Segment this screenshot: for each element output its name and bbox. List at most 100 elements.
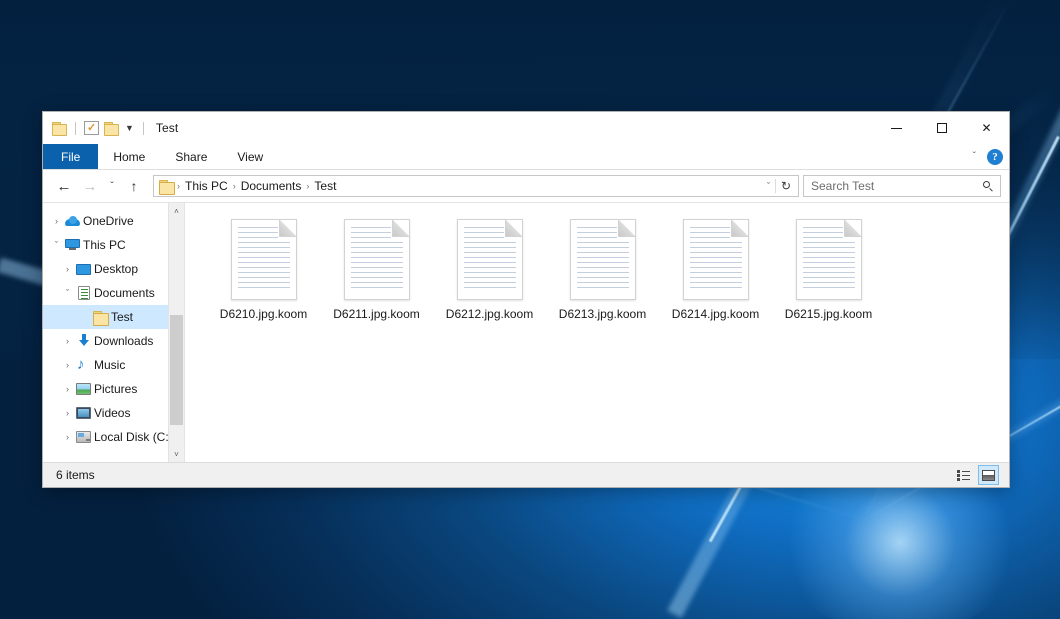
forward-button: →: [77, 173, 103, 199]
breadcrumb-documents[interactable]: Documents: [237, 176, 306, 196]
ribbon-tabs: File Home Share View ˇ ?: [43, 144, 1009, 170]
generic-file-icon: [683, 219, 749, 300]
item-count-label: 6 items: [56, 468, 95, 482]
address-bar[interactable]: › This PC › Documents › Test ˇ ↻: [153, 175, 799, 197]
chevron-right-icon[interactable]: ›: [60, 360, 75, 370]
breadcrumb-test[interactable]: Test: [310, 176, 340, 196]
sidebar-item-music[interactable]: › ♪ Music: [43, 353, 184, 377]
downloads-icon: [75, 334, 92, 348]
large-icons-view-button[interactable]: [978, 465, 999, 485]
chevron-right-icon[interactable]: ›: [60, 408, 75, 418]
file-item[interactable]: D6215.jpg.koom: [772, 216, 885, 321]
music-icon: ♪: [75, 358, 92, 372]
properties-checkbox-icon[interactable]: ✓: [84, 121, 99, 135]
file-item[interactable]: D6211.jpg.koom: [320, 216, 433, 321]
file-item[interactable]: D6210.jpg.koom: [207, 216, 320, 321]
sidebar-item-label: Music: [94, 358, 125, 372]
scroll-up-icon[interactable]: ˄: [169, 203, 184, 219]
window-controls: ✕: [874, 112, 1009, 144]
refresh-icon[interactable]: ↻: [775, 179, 796, 193]
toolbar-separator: [143, 122, 144, 135]
chevron-right-icon[interactable]: ›: [60, 432, 75, 442]
chevron-right-icon[interactable]: ›: [60, 384, 75, 394]
view-mode-buttons: [953, 463, 999, 487]
file-name: D6215.jpg.koom: [785, 307, 872, 321]
scrollbar-thumb[interactable]: [170, 315, 183, 425]
address-dropdown-icon[interactable]: ˇ: [762, 181, 775, 191]
new-folder-icon[interactable]: [104, 122, 119, 135]
sidebar-item-local-disk[interactable]: › Local Disk (C:): [43, 425, 184, 449]
generic-file-icon: [457, 219, 523, 300]
file-explorer-window: ✓ ▼ Test ✕ File Home Share View ˇ ?: [42, 111, 1010, 488]
tab-home[interactable]: Home: [98, 144, 160, 169]
videos-icon: [75, 407, 92, 419]
sidebar-item-pictures[interactable]: › Pictures: [43, 377, 184, 401]
maximize-button[interactable]: [919, 112, 964, 144]
sidebar-item-onedrive[interactable]: › OneDrive: [43, 209, 184, 233]
generic-file-icon: [231, 219, 297, 300]
folder-icon: [92, 311, 109, 324]
help-icon[interactable]: ?: [987, 149, 1003, 165]
quick-access-toolbar: ✓ ▼: [43, 121, 147, 135]
sidebar-item-label: Videos: [94, 406, 130, 420]
generic-file-icon: [796, 219, 862, 300]
pictures-icon: [75, 383, 92, 395]
file-list-pane[interactable]: D6210.jpg.koom D6211.jpg.koom D6212.jpg.…: [185, 203, 1009, 462]
ribbon-right-controls: ˇ ?: [973, 144, 1003, 169]
sidebar-item-videos[interactable]: › Videos: [43, 401, 184, 425]
status-bar: 6 items: [43, 462, 1009, 487]
chevron-right-icon[interactable]: ›: [49, 216, 64, 226]
sidebar-item-downloads[interactable]: › Downloads: [43, 329, 184, 353]
sidebar-item-desktop[interactable]: › Desktop: [43, 257, 184, 281]
tab-share[interactable]: Share: [160, 144, 222, 169]
file-name: D6214.jpg.koom: [672, 307, 759, 321]
chevron-down-icon[interactable]: ˇ: [49, 240, 64, 250]
sidebar-item-label: Downloads: [94, 334, 153, 348]
sidebar-item-label: This PC: [83, 238, 126, 252]
disk-icon: [75, 431, 92, 443]
breadcrumb-this-pc[interactable]: This PC: [181, 176, 232, 196]
documents-icon: [75, 286, 92, 300]
folder-icon[interactable]: [52, 122, 67, 135]
file-name: D6212.jpg.koom: [446, 307, 533, 321]
recent-locations-button[interactable]: ˇ: [103, 173, 121, 199]
toolbar-separator: [75, 122, 76, 135]
file-item[interactable]: D6214.jpg.koom: [659, 216, 772, 321]
tab-file[interactable]: File: [43, 144, 98, 169]
details-view-icon: [957, 470, 970, 481]
search-box[interactable]: Search Test: [803, 175, 1001, 197]
details-view-button[interactable]: [953, 465, 974, 485]
file-item[interactable]: D6213.jpg.koom: [546, 216, 659, 321]
window-body: › OneDrive ˇ This PC › Desktop: [43, 202, 1009, 462]
generic-file-icon: [570, 219, 636, 300]
up-button[interactable]: ↑: [121, 173, 147, 199]
generic-file-icon: [344, 219, 410, 300]
search-input[interactable]: Search Test: [811, 179, 983, 193]
scroll-down-icon[interactable]: ˅: [169, 446, 184, 462]
chevron-down-icon[interactable]: ˇ: [60, 288, 75, 298]
chevron-down-icon[interactable]: ˇ: [973, 151, 976, 162]
sidebar-item-test[interactable]: Test: [43, 305, 184, 329]
close-button[interactable]: ✕: [964, 112, 1009, 144]
minimize-button[interactable]: [874, 112, 919, 144]
chevron-down-icon[interactable]: ▼: [124, 124, 135, 133]
minimize-icon: [891, 128, 902, 129]
large-icons-view-icon: [982, 470, 995, 481]
maximize-icon: [937, 123, 947, 133]
window-title: Test: [156, 121, 178, 135]
file-grid: D6210.jpg.koom D6211.jpg.koom D6212.jpg.…: [185, 203, 1009, 329]
sidebar-item-documents[interactable]: ˇ Documents: [43, 281, 184, 305]
file-item[interactable]: D6212.jpg.koom: [433, 216, 546, 321]
file-name: D6213.jpg.koom: [559, 307, 646, 321]
chevron-right-icon[interactable]: ›: [60, 264, 75, 274]
desktop: ✓ ▼ Test ✕ File Home Share View ˇ ?: [0, 0, 1060, 619]
search-icon[interactable]: [983, 181, 994, 192]
sidebar-scrollbar[interactable]: ˄ ˅: [168, 203, 184, 462]
sidebar-item-this-pc[interactable]: ˇ This PC: [43, 233, 184, 257]
sidebar-item-label: Local Disk (C:): [94, 430, 173, 444]
sidebar-item-label: Documents: [94, 286, 155, 300]
chevron-right-icon[interactable]: ›: [60, 336, 75, 346]
tab-view[interactable]: View: [222, 144, 278, 169]
back-button[interactable]: ←: [51, 173, 77, 199]
file-name: D6210.jpg.koom: [220, 307, 307, 321]
